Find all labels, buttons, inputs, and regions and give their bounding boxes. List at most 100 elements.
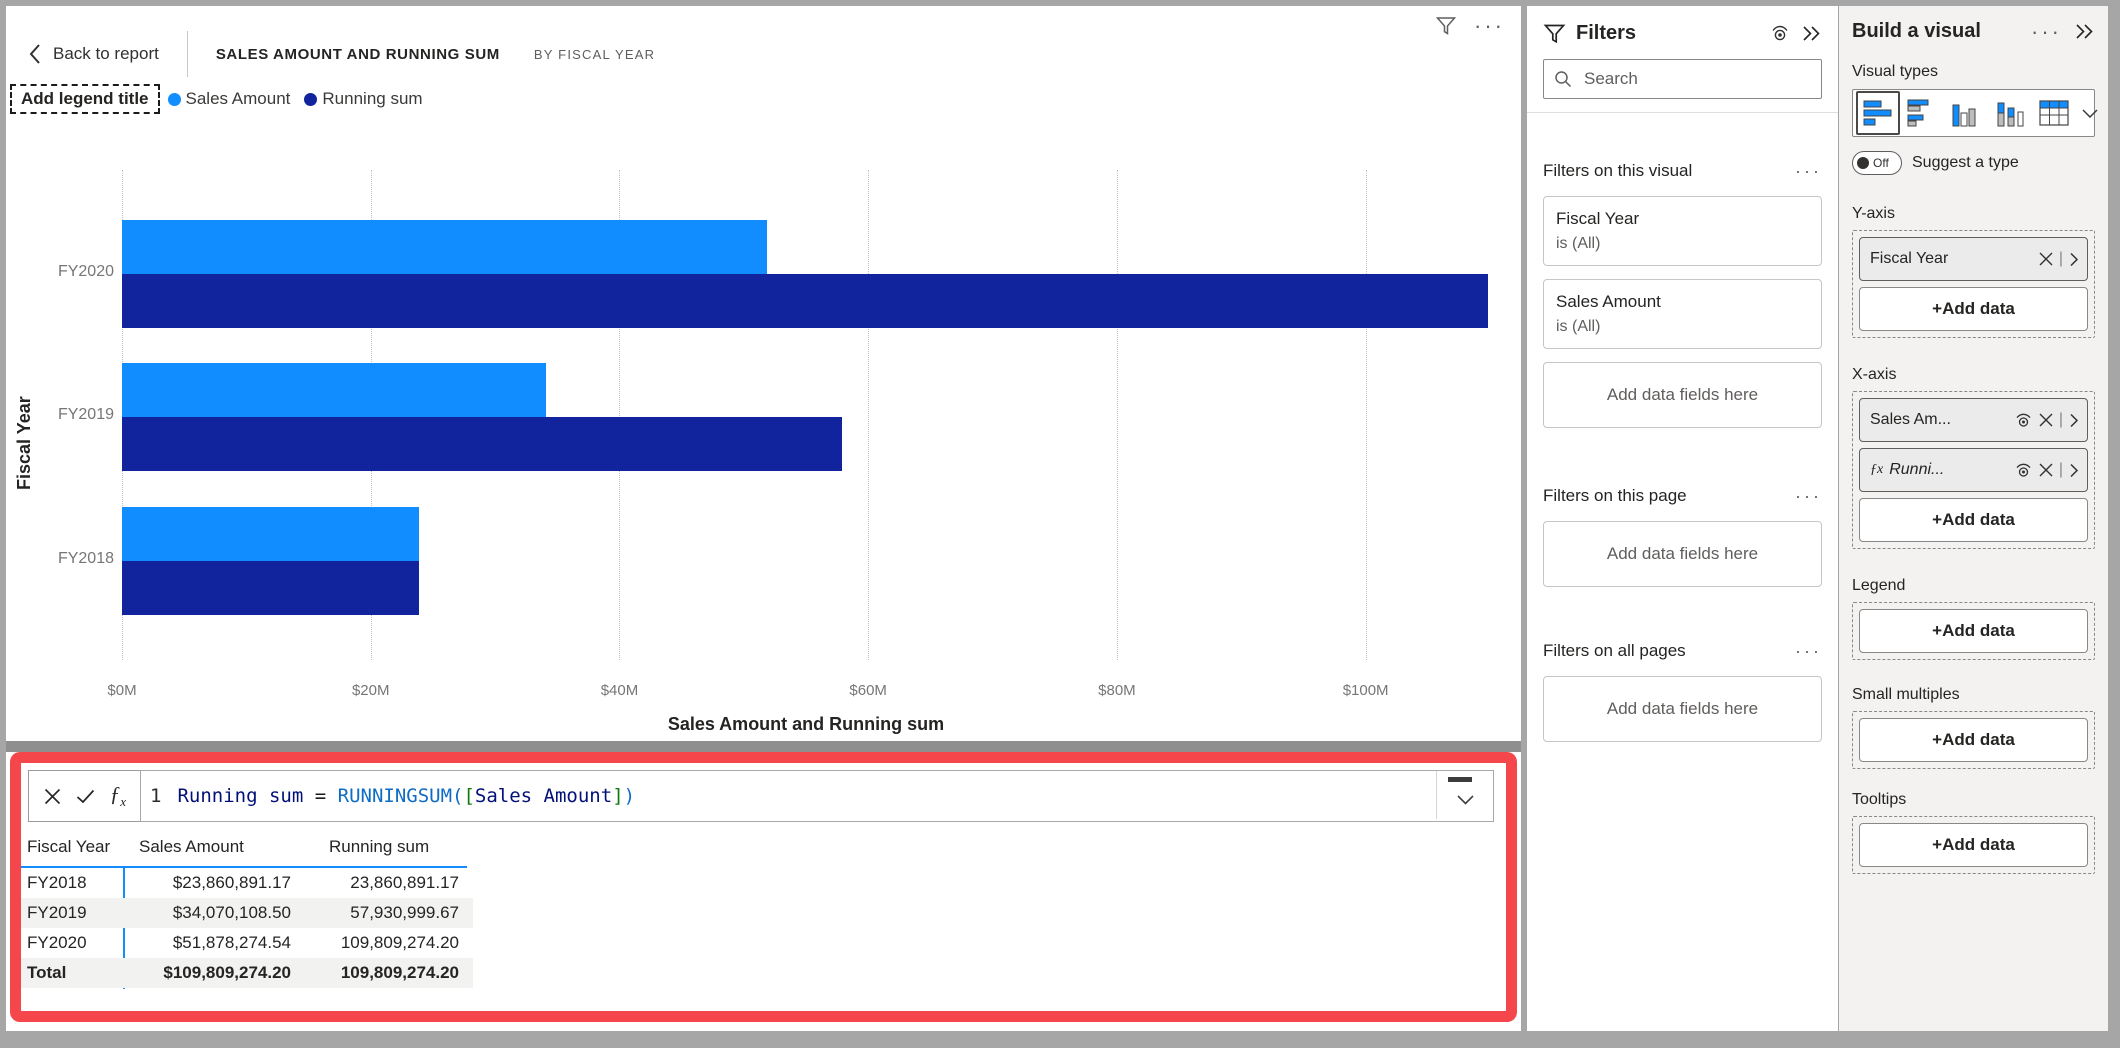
cancel-formula-icon[interactable] [44,788,61,805]
table-cell: 57,930,999.67 [299,903,467,923]
divider: | [2059,411,2063,429]
filter-drop-target[interactable]: Add data fields here [1543,521,1822,587]
chevron-right-icon[interactable] [2069,413,2079,428]
table-cell: Total [21,963,129,983]
chevron-left-icon[interactable] [28,43,41,65]
table-cell: $34,070,108.50 [129,903,299,923]
table-row[interactable]: FY2018$23,860,891.1723,860,891.17 [21,868,473,898]
well-x-axis: Sales Am...| ƒxRunni...| +Add data [1852,391,2095,549]
table-icon[interactable] [2032,91,2076,135]
column-header[interactable]: Sales Amount [129,837,309,857]
visual-subtitle: BY FISCAL YEAR [534,47,655,62]
chevron-right-icon[interactable] [2069,463,2079,478]
formula-input[interactable]: 1 Running sum = RUNNINGSUM([Sales Amount… [140,770,1494,822]
table-row[interactable]: FY2019$34,070,108.5057,930,999.67 [21,898,473,928]
view-divider-band [6,741,1521,752]
filter-funnel-icon[interactable] [1434,14,1458,38]
bar-running-sum-FY2019[interactable] [122,417,842,471]
filter-section-header: Filters on this page··· [1543,484,1822,508]
more-options-icon[interactable]: ··· [2031,27,2062,37]
legend-title-placeholder[interactable]: Add legend title [10,84,160,114]
legend-items: Sales Amount Running sum [168,89,423,109]
chevron-down-icon[interactable] [1457,795,1474,805]
column-header[interactable]: Fiscal Year [21,837,129,857]
divider [1527,112,1838,113]
y-axis-title: Fiscal Year [14,350,35,490]
stacked-column-chart-icon[interactable] [1988,91,2032,135]
filter-section: Filters on this visual ··· Fiscal Yearis (… [1543,159,1822,428]
toggle-knob [1857,157,1869,169]
add-data-button[interactable]: +Add data [1859,609,2088,653]
data-table[interactable]: Fiscal YearSales AmountRunning sumFY2018… [21,829,1506,1011]
remove-field-icon[interactable] [2039,463,2053,477]
field-pill[interactable]: Fiscal Year| [1859,237,2088,281]
search-input[interactable] [1582,68,1786,90]
filter-card[interactable]: Sales Amountis (All) [1543,279,1822,349]
more-options-icon[interactable]: ··· [1795,646,1822,656]
filter-section-title: Filters on this visual [1543,161,1692,181]
legend-item-label: Sales Amount [186,89,291,109]
bar-chart-plot[interactable] [122,170,1490,660]
stacked-bar-chart-icon[interactable] [1856,91,1900,135]
add-data-button[interactable]: +Add data [1859,823,2088,867]
add-data-button[interactable]: +Add data [1859,498,2088,542]
x-tick-label: $100M [1321,682,1411,699]
more-options-icon[interactable]: ··· [1474,21,1505,31]
collapse-pane-icon[interactable] [1801,25,1822,42]
table-header-row: Fiscal YearSales AmountRunning sum [21,829,1506,865]
filter-condition: is (All) [1556,232,1809,256]
formula-collapse-icon[interactable] [1448,777,1472,782]
x-tick-label: $80M [1072,682,1162,699]
measure-fx-icon: ƒx [1870,462,1883,478]
more-options-icon[interactable]: ··· [1795,166,1822,176]
clustered-bar-chart-icon[interactable] [1900,91,1944,135]
filter-field-name: Fiscal Year [1556,206,1809,232]
field-pill[interactable]: Sales Am...| [1859,398,2088,442]
legend-item[interactable]: Sales Amount [168,89,291,109]
legend-color-dot [304,93,317,106]
add-data-button[interactable]: +Add data [1859,287,2088,331]
legend-item-label: Running sum [322,89,422,109]
remove-field-icon[interactable] [2039,413,2053,427]
build-visual-pane: Build a visual ··· Visual types Off Sugg… [1839,6,2108,1031]
dax-token-bracket: ] [612,785,623,807]
filters-title: Filters [1576,22,1759,45]
more-options-icon[interactable]: ··· [1795,491,1822,501]
bar-running-sum-FY2020[interactable] [122,274,1488,328]
filter-drop-target[interactable]: Add data fields here [1543,676,1822,742]
well-label-tooltips: Tooltips [1852,785,2095,809]
well-label-y-axis: Y-axis [1852,199,2095,223]
add-data-button[interactable]: +Add data [1859,718,2088,762]
bar-sales-amount-FY2019[interactable] [122,363,546,417]
table-row[interactable]: Total$109,809,274.20109,809,274.20 [21,958,473,988]
filter-drop-target[interactable]: Add data fields here [1543,362,1822,428]
chevron-down-icon[interactable] [2082,109,2098,118]
search-icon [1554,70,1572,88]
table-cell: $23,860,891.17 [129,873,299,893]
filter-card[interactable]: Fiscal Yearis (All) [1543,196,1822,266]
formula-bar-controls [1436,771,1493,819]
remove-field-icon[interactable] [2039,252,2053,266]
y-axis-category-label: FY2020 [32,263,114,281]
column-header[interactable]: Running sum [309,837,497,857]
clustered-column-chart-icon[interactable] [1944,91,1988,135]
collapse-pane-icon[interactable] [2074,23,2095,40]
filters-search-box[interactable] [1543,59,1822,99]
divider [187,31,188,77]
legend-item[interactable]: Running sum [304,89,422,109]
filter-section: Filters on this page··· Add data fields h… [1543,484,1822,587]
eye-icon[interactable] [2014,463,2033,478]
eye-icon[interactable] [2014,413,2033,428]
table-row[interactable]: FY2020$51,878,274.54109,809,274.20 [21,928,473,958]
chevron-right-icon[interactable] [2069,252,2079,267]
commit-formula-icon[interactable] [76,789,95,804]
toggle-state: Off [1873,156,1889,170]
back-to-report-link[interactable]: Back to report [53,44,159,64]
bar-running-sum-FY2018[interactable] [122,561,419,615]
bar-sales-amount-FY2020[interactable] [122,220,767,274]
fx-icon[interactable]: ƒx [110,782,126,810]
bar-sales-amount-FY2018[interactable] [122,507,419,561]
eye-icon[interactable] [1769,25,1791,42]
suggest-type-toggle[interactable]: Off [1852,151,1902,175]
field-pill[interactable]: ƒxRunni...| [1859,448,2088,492]
